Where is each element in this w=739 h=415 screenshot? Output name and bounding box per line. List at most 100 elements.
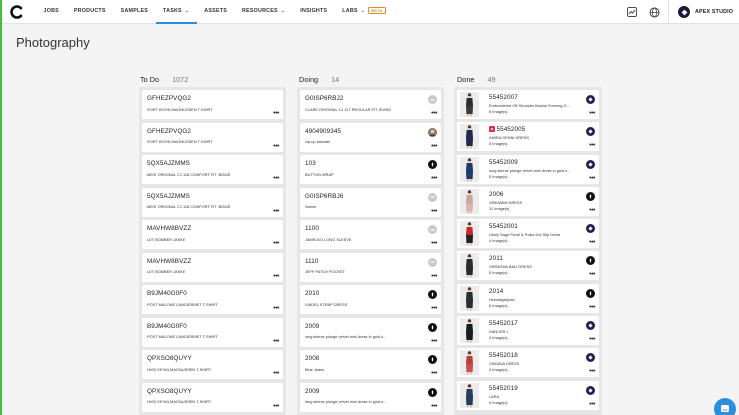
task-card[interactable]: B9JM40G0F0 POST MALONE LANGÆRMET T-SHIRT •… — [142, 317, 283, 347]
column-todo[interactable]: GFHEZPVQG2 SORT KEVIN MAGNUSSEN T-SHIRT ••… — [139, 87, 286, 415]
task-card[interactable]: 55452005 AMIRA GENNI DRESS 5 Image(s) ••• — [457, 122, 599, 152]
task-card[interactable]: 55452007 Embroidered Off Shoulder Illusio… — [457, 90, 599, 119]
assignee-avatar — [586, 191, 595, 201]
task-card[interactable]: 55452001 Likely Sage Floral & Polka Dot S… — [457, 219, 599, 249]
more-options-icon[interactable]: ••• — [589, 207, 595, 214]
more-options-icon[interactable]: ••• — [273, 403, 279, 410]
task-card[interactable]: MAVHW8BVZZ LET BOMBER JAKKE ••• — [142, 220, 283, 249]
more-options-icon[interactable]: ••• — [431, 143, 437, 150]
task-card[interactable]: 2014 Hverdagskjoler 6 Image(s) ••• — [457, 283, 599, 313]
app-root: JOBS PRODUCTS SAMPLES TASKS ⌄ ASSETS RESOURCES… — [0, 0, 739, 415]
more-options-icon[interactable]: ••• — [589, 175, 595, 182]
studio-switcher[interactable]: APEX STUDIO — [668, 0, 739, 24]
more-options-icon[interactable]: ••• — [589, 142, 595, 149]
task-card[interactable]: 55452009 long sleeve plunge velvet mini d… — [457, 154, 599, 184]
product-thumbnail[interactable] — [460, 350, 479, 376]
task-id: B9JM40G0F0 — [147, 290, 187, 297]
nav-item-assets[interactable]: ASSETS — [197, 0, 235, 24]
more-options-icon[interactable]: ••• — [431, 273, 437, 280]
task-card[interactable]: MAVHW8BVZZ LET BOMBER JAKKE ••• — [142, 252, 283, 282]
image-count: 5 Image(s) — [489, 270, 508, 276]
task-card[interactable]: GFHEZPVQG2 SORT KEVIN MAGNUSSEN T-SHIRT ••… — [142, 122, 283, 152]
product-thumbnail[interactable] — [460, 124, 479, 150]
task-card[interactable]: 1100 JAMELKO LONG SLEEVE DB ••• — [300, 220, 441, 249]
task-card[interactable]: 103 BUTTON WRAP ••• — [300, 155, 441, 184]
more-options-icon[interactable]: ••• — [589, 271, 595, 278]
more-options-icon[interactable]: ••• — [273, 110, 279, 117]
column-label: To Do — [140, 75, 160, 84]
task-card[interactable]: 1110 JEFF PATCH POCKET DB ••• — [300, 252, 441, 282]
more-options-icon[interactable]: ••• — [431, 305, 437, 312]
nav-item-resources[interactable]: RESOURCES ⌄ — [235, 0, 293, 24]
product-thumbnail[interactable] — [460, 382, 479, 408]
more-options-icon[interactable]: ••• — [589, 368, 595, 375]
more-options-icon[interactable]: ••• — [589, 110, 595, 117]
more-options-icon[interactable]: ••• — [431, 370, 437, 377]
task-card[interactable]: QPXSO8QUYY HVID KEVIN MAGNUSSEN T-SHIRT ••… — [142, 382, 283, 412]
column-doing[interactable]: G0ISP6RBJ2 CLARK ORIGINAL CJ 117 REGULAR … — [297, 87, 444, 415]
assignee-avatar: DB — [428, 95, 437, 104]
task-card[interactable]: QPXSO8QUYY HVID KEVIN MAGNUSSEN T-SHIRT ••… — [142, 350, 283, 379]
task-card[interactable]: 2006 VMKAMMI DRESS 11 Image(s) ••• — [457, 186, 599, 216]
globe-icon[interactable] — [646, 4, 662, 20]
task-id: 2009 — [305, 387, 320, 395]
more-options-icon[interactable]: ••• — [589, 239, 595, 246]
more-options-icon[interactable]: ••• — [273, 305, 279, 312]
more-options-icon[interactable]: ••• — [273, 273, 279, 280]
nav-item-insights[interactable]: INSIGHTS — [293, 0, 335, 24]
task-card[interactable]: 2011 VMSASHA BALI DRESS 5 Image(s) ••• — [457, 251, 599, 281]
nav-item-tasks[interactable]: TASKS ⌄ — [155, 0, 197, 24]
chevron-down-icon: ⌄ — [280, 7, 286, 14]
more-options-icon[interactable]: ••• — [273, 208, 279, 215]
more-options-icon[interactable]: ••• — [431, 110, 437, 117]
task-product-name: HVID KEVIN MAGNUSSEN T-SHIRT — [147, 399, 212, 404]
task-card[interactable]: 2009 long sleeve plunge velvet mini dress… — [300, 382, 441, 412]
task-card[interactable]: 55452017 DANCER-I 4 Image(s) ••• — [457, 316, 599, 346]
nav-item-labs[interactable]: LABS ⌄ BETA — [335, 0, 393, 24]
more-options-icon[interactable]: ••• — [431, 338, 437, 345]
more-options-icon[interactable]: ••• — [431, 175, 437, 182]
chat-button[interactable] — [714, 398, 736, 415]
task-id-text: 2014 — [489, 287, 504, 295]
product-thumbnail[interactable] — [460, 318, 479, 344]
nav-item-samples[interactable]: SAMPLES — [113, 0, 155, 24]
task-card[interactable]: 2009 long sleeve plunge velvet mini dress… — [300, 317, 441, 347]
product-thumbnail[interactable] — [460, 156, 479, 182]
product-thumbnail[interactable] — [460, 221, 479, 247]
task-card[interactable]: GFHEZPVQG2 SORT KEVIN MAGNUSSEN T-SHIRT ••… — [142, 90, 283, 119]
task-card[interactable]: G0ISP6RBJ6 Noemi DB ••• — [300, 187, 441, 217]
more-options-icon[interactable]: ••• — [273, 175, 279, 182]
nav-item-jobs[interactable]: JOBS — [36, 0, 66, 24]
task-card[interactable]: 2010 VIADEL STRAP DRESS ••• — [300, 285, 441, 314]
chart-icon[interactable] — [624, 4, 640, 20]
product-thumbnail[interactable] — [460, 285, 479, 311]
task-card[interactable]: G0ISP6RBJ2 CLARK ORIGINAL CJ 117 REGULAR … — [300, 90, 441, 119]
more-options-icon[interactable]: ••• — [273, 143, 279, 150]
task-card[interactable]: B9JM40G0F0 POST MALONE LANGÆRMET T-SHIRT •… — [142, 285, 283, 314]
task-card[interactable]: 5QX5AJZMMS MIKE ORIGINAL CJ 118 COMFORT F… — [142, 187, 283, 217]
product-thumbnail[interactable] — [460, 253, 479, 279]
more-options-icon[interactable]: ••• — [589, 336, 595, 343]
more-options-icon[interactable]: ••• — [273, 338, 279, 345]
task-product-name: MIKE ORIGINAL CJ 118 COMFORT FIT JEANS — [147, 204, 231, 209]
task-card[interactable]: 2008 Blue Jeans ••• — [300, 350, 441, 379]
more-options-icon[interactable]: ••• — [431, 240, 437, 247]
task-card[interactable]: 4904909345 zip-up sweater ••• — [300, 122, 441, 152]
more-options-icon[interactable]: ••• — [431, 403, 437, 410]
task-card[interactable]: 55452019 LARA 9 Image(s) ••• — [457, 380, 599, 410]
more-options-icon[interactable]: ••• — [431, 208, 437, 215]
nav-item-products[interactable]: PRODUCTS — [66, 0, 113, 24]
more-options-icon[interactable]: ••• — [273, 370, 279, 377]
column-done[interactable]: 55452007 Embroidered Off Shoulder Illusio… — [454, 87, 602, 415]
task-card[interactable]: 55452018 VMGAVA DRESS 4 Image(s) ••• — [457, 348, 599, 378]
task-card[interactable]: 5QX5AJZMMS MIKE ORIGINAL CJ 118 COMFORT F… — [142, 155, 283, 184]
more-options-icon[interactable]: ••• — [589, 304, 595, 311]
task-id-text: 55452017 — [489, 320, 518, 328]
more-options-icon[interactable]: ••• — [589, 401, 595, 408]
more-options-icon[interactable]: ••• — [273, 240, 279, 247]
nav-item-label: ASSETS — [204, 7, 227, 14]
product-thumbnail[interactable] — [460, 92, 479, 117]
column-label: Done — [457, 75, 475, 84]
product-thumbnail[interactable] — [460, 188, 479, 214]
c-logo-icon[interactable] — [10, 4, 24, 19]
